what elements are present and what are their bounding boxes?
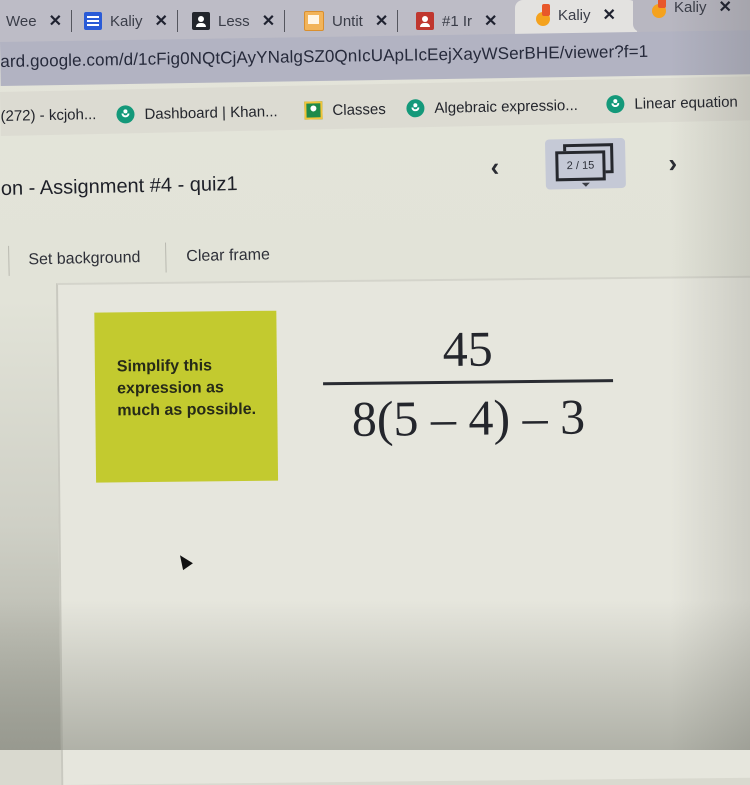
fraction-numerator: 45 — [442, 320, 494, 377]
khan-academy-icon — [116, 105, 135, 124]
khan-academy-icon — [406, 99, 425, 118]
bookmark-label: Dashboard | Khan... — [144, 102, 278, 123]
tab-divider — [70, 10, 72, 32]
browser-tab[interactable]: Kaliy ✕ — [652, 0, 732, 22]
bookmark[interactable]: Linear equation — [606, 93, 738, 114]
browser-tab[interactable]: #1 Ir ✕ — [416, 6, 497, 36]
bookmark-label: (272) - kcjoh... — [0, 105, 97, 125]
google-docs-icon — [84, 12, 102, 30]
google-classroom-assignment-icon — [416, 12, 434, 30]
math-expression: 45 8(5 – 4) – 3 — [322, 319, 614, 447]
bookmark-label: Algebraic expressio... — [434, 96, 578, 117]
caret-down-icon — [581, 182, 590, 187]
close-icon[interactable]: ✕ — [155, 11, 168, 31]
toolbar-divider — [8, 245, 10, 276]
close-icon[interactable]: ✕ — [375, 11, 388, 31]
close-icon[interactable]: ✕ — [49, 11, 62, 31]
khan-academy-icon — [606, 94, 625, 114]
google-classroom-icon — [304, 101, 323, 120]
bookmark[interactable]: Classes — [304, 100, 386, 120]
tab-label: Kaliy — [674, 0, 707, 16]
sticky-note[interactable]: Simplify this expression as much as poss… — [94, 310, 279, 483]
document-title: on - Assignment #4 - quiz1 — [0, 173, 238, 200]
jamboard-icon — [652, 0, 666, 18]
jamboard-canvas[interactable]: Simplify this expression as much as poss… — [56, 275, 750, 785]
tab-divider — [284, 10, 286, 32]
browser-tab[interactable]: Kaliy ✕ — [84, 6, 178, 36]
clear-frame-button[interactable]: Clear frame — [186, 246, 270, 266]
bookmark[interactable]: Dashboard | Khan... — [116, 102, 278, 124]
bookmark[interactable]: Algebraic expressio... — [406, 96, 578, 118]
close-icon[interactable]: ✕ — [603, 5, 616, 25]
tab-label: Less — [218, 12, 250, 30]
google-classroom-icon — [192, 12, 210, 30]
browser-tab[interactable]: Wee ✕ — [6, 6, 72, 36]
tab-label: Wee — [6, 12, 37, 30]
bookmark[interactable]: (272) - kcjoh... — [0, 106, 96, 125]
next-frame-button[interactable]: › — [668, 148, 677, 179]
tab-divider — [176, 10, 178, 32]
bookmark-label: Linear equation — [634, 93, 738, 113]
frame-bar-button[interactable]: 2 / 15 — [544, 137, 626, 190]
bookmark-label: Classes — [332, 100, 386, 119]
tab-label: #1 Ir — [442, 12, 473, 30]
previous-frame-button[interactable]: ‹ — [490, 152, 499, 183]
browser-tab-active[interactable]: Kaliy ✕ — [536, 0, 616, 30]
fraction-denominator: 8(5 – 4) – 3 — [351, 388, 586, 447]
close-icon[interactable]: ✕ — [262, 11, 275, 31]
tab-label: Kaliy — [110, 12, 143, 30]
close-icon[interactable]: ✕ — [484, 11, 497, 31]
tab-label: Untit — [332, 12, 363, 30]
toolbar-divider — [165, 242, 167, 273]
close-icon[interactable]: ✕ — [719, 0, 732, 17]
google-slides-icon — [304, 11, 324, 31]
jamboard-icon — [536, 4, 550, 26]
frame-indicator: 2 / 15 — [555, 150, 606, 182]
sticky-note-text: Simplify this expression as much as poss… — [116, 357, 257, 420]
tab-divider — [397, 10, 399, 32]
url-text[interactable]: ard.google.com/d/1cFig0NQtCjAyYNalgSZ0Qn… — [0, 42, 648, 72]
browser-tab[interactable]: Untit ✕ — [304, 6, 399, 36]
jamboard-header: on - Assignment #4 - quiz1 ‹ 2 / 15 › Se… — [0, 132, 750, 278]
fraction-bar — [323, 379, 614, 386]
set-background-button[interactable]: Set background — [28, 249, 140, 269]
browser-tab[interactable]: Less ✕ — [192, 6, 286, 36]
tab-label: Kaliy — [558, 6, 591, 24]
